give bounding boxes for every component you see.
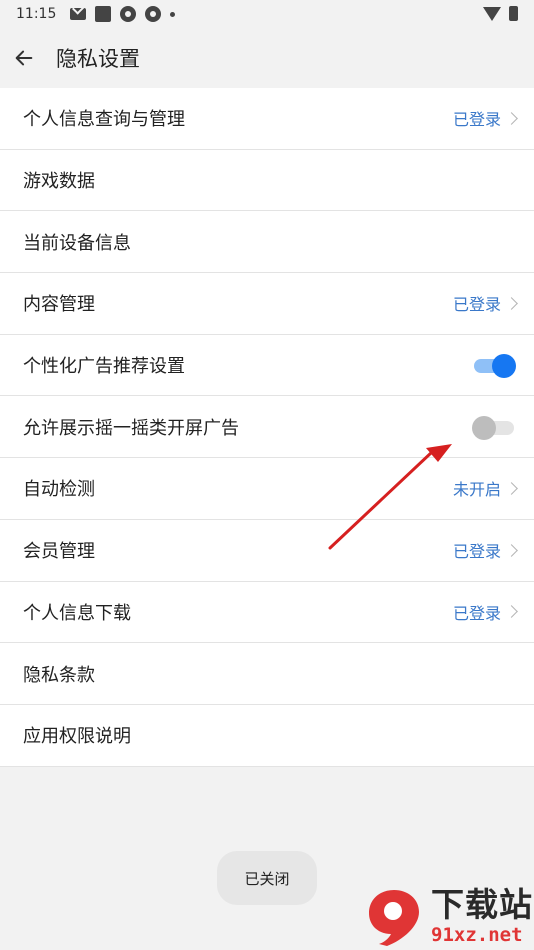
settings-item-status: 未开启: [452, 480, 501, 500]
dot-icon: [170, 11, 176, 17]
back-button[interactable]: [12, 46, 36, 70]
settings-item-label: 隐私条款: [23, 664, 95, 686]
chevron-right-icon: [505, 482, 518, 495]
mail-icon: [70, 8, 87, 20]
settings-item-auto-detect[interactable]: 自动检测 未开启: [0, 458, 534, 520]
settings-item-label: 当前设备信息: [23, 232, 131, 254]
settings-item-status: 已登录: [452, 110, 501, 130]
status-bar: 11:15: [0, 0, 534, 28]
site-logo-icon: [369, 890, 419, 946]
settings-item-label: 个人信息查询与管理: [23, 109, 185, 131]
settings-item-label: 自动检测: [23, 479, 95, 501]
aperture-icon: [120, 6, 137, 22]
settings-item-personal-info[interactable]: 个人信息查询与管理 已登录: [0, 88, 534, 150]
settings-item-membership[interactable]: 会员管理 已登录: [0, 520, 534, 582]
status-right: [483, 6, 518, 21]
settings-item-label: 应用权限说明: [23, 726, 131, 748]
settings-item-label: 允许展示摇一摇类开屏广告: [23, 417, 239, 439]
settings-item-shake-ads: 允许展示摇一摇类开屏广告: [0, 396, 534, 459]
settings-item-info-download[interactable]: 个人信息下载 已登录: [0, 582, 534, 644]
settings-item-permissions[interactable]: 应用权限说明: [0, 705, 534, 767]
settings-list: 个人信息查询与管理 已登录 游戏数据 当前设备信息 内容管理 已登录 个性化广告…: [0, 88, 534, 767]
toggle-knob: [472, 415, 496, 440]
settings-item-label: 会员管理: [23, 541, 95, 563]
settings-item-label: 个性化广告推荐设置: [23, 356, 185, 378]
wifi-icon: [483, 6, 501, 21]
watermark-url: 91xz.net: [431, 924, 523, 946]
personalized-ads-toggle[interactable]: [472, 353, 516, 379]
settings-item-device-info[interactable]: 当前设备信息: [0, 211, 534, 274]
chevron-right-icon: [505, 297, 518, 310]
arrow-left-icon: [15, 50, 33, 66]
settings-item-label: 游戏数据: [23, 171, 95, 193]
toast-message: 已关闭: [217, 851, 317, 905]
square-app-icon: [95, 6, 112, 22]
chevron-right-icon: [505, 111, 518, 125]
aperture-icon: [145, 6, 162, 22]
shake-ads-toggle[interactable]: [472, 415, 516, 440]
chevron-right-icon: [505, 543, 518, 557]
settings-item-personalized-ads: 个性化广告推荐设置: [0, 335, 534, 397]
settings-item-status: 已登录: [452, 603, 501, 623]
settings-item-label: 内容管理: [23, 294, 95, 316]
chevron-right-icon: [505, 605, 518, 619]
settings-item-status: 已登录: [452, 295, 501, 315]
settings-item-privacy-terms[interactable]: 隐私条款: [0, 643, 534, 705]
settings-item-status: 已登录: [452, 542, 501, 562]
settings-item-content-management[interactable]: 内容管理 已登录: [0, 273, 534, 335]
page-title: 隐私设置: [56, 47, 140, 71]
app-bar: 隐私设置: [0, 28, 534, 88]
toggle-knob: [492, 354, 516, 379]
settings-item-label: 个人信息下载: [23, 602, 131, 624]
watermark: 下载站 91xz.net: [363, 886, 533, 948]
settings-item-game-data[interactable]: 游戏数据: [0, 150, 534, 212]
status-time: 11:15: [16, 6, 57, 22]
watermark-title: 下载站: [431, 885, 533, 924]
battery-icon: [509, 6, 518, 21]
